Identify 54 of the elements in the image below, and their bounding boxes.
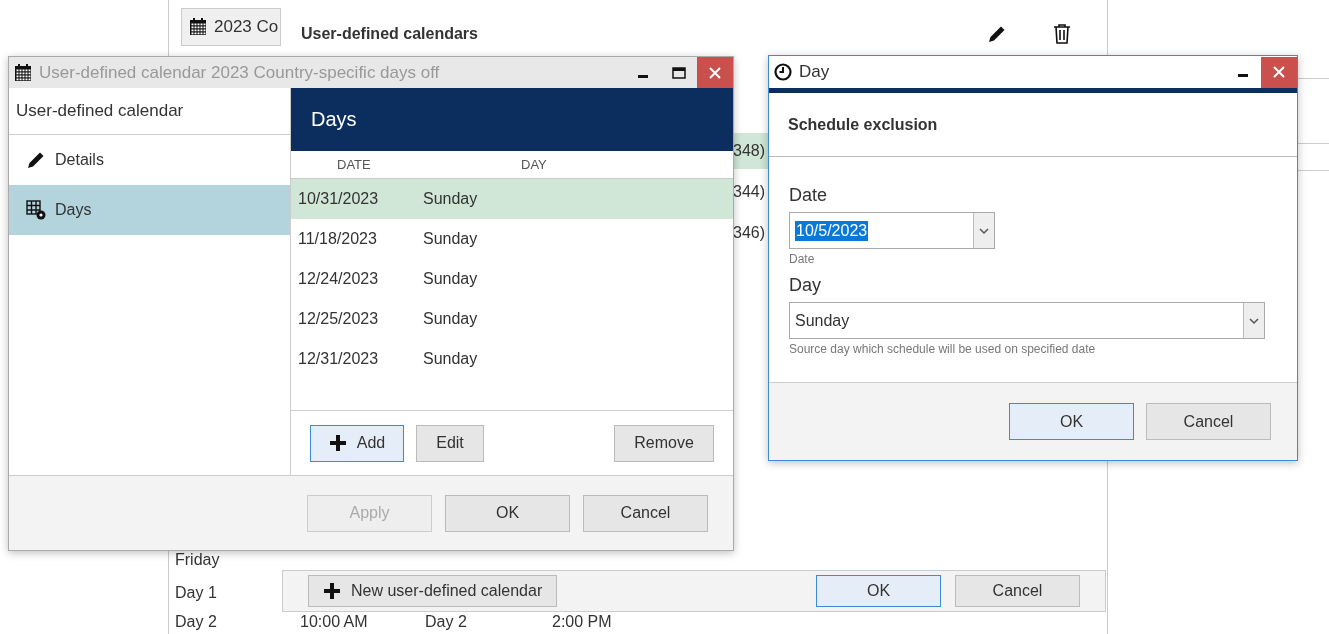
calendar-button[interactable]: 2023 Co xyxy=(181,8,281,46)
nav-header: User-defined calendar xyxy=(9,88,290,135)
table-row[interactable]: 10/31/2023 Sunday xyxy=(291,178,733,219)
close-button[interactable] xyxy=(697,57,733,88)
field-hint: Date xyxy=(789,252,816,266)
field-label: Day xyxy=(789,275,822,296)
schedule-cell: Day 1 xyxy=(175,584,217,602)
list-button[interactable]: Edit xyxy=(416,424,484,462)
plus-icon xyxy=(328,434,347,453)
grid-gear-icon xyxy=(25,199,47,221)
nav-item[interactable]: Details xyxy=(9,135,290,185)
calendar-icon xyxy=(13,62,33,83)
date-field[interactable]: 10/5/2023 xyxy=(789,212,995,249)
schedule-cell: Day 2 xyxy=(175,613,217,631)
dialog-button[interactable]: Cancel xyxy=(1146,403,1271,440)
dialog-heading: Schedule exclusion xyxy=(788,115,938,134)
chevron-down-icon xyxy=(978,226,990,235)
window-title-text: User-defined calendar 2023 Country-specific days off xyxy=(39,62,440,83)
field-label: Date xyxy=(789,185,829,206)
dialog-button[interactable]: Cancel xyxy=(955,575,1080,607)
clock-icon xyxy=(773,62,793,82)
dialog-button[interactable]: OK xyxy=(445,494,570,532)
list-cell-text: 346) xyxy=(732,223,767,243)
add-button[interactable]: Add xyxy=(310,424,404,462)
plus-icon xyxy=(323,582,341,600)
dialog-title-text: Day xyxy=(799,62,830,82)
schedule-cell: Day 2 xyxy=(425,613,467,631)
table-row[interactable]: 12/31/2023 Sunday xyxy=(291,338,733,379)
dialog-button[interactable]: OK xyxy=(1009,403,1134,440)
maximize-icon[interactable] xyxy=(672,66,686,79)
new-calendar-button[interactable]: New user-defined calendar xyxy=(308,575,558,607)
schedule-cell: 2:00 PM xyxy=(552,613,612,631)
list-button[interactable]: Remove xyxy=(614,424,714,462)
close-button[interactable] xyxy=(1261,56,1297,88)
column-header: DAY xyxy=(521,156,547,172)
close-icon xyxy=(708,65,722,80)
delete-icon[interactable] xyxy=(1052,23,1072,45)
section-heading: User-defined calendars xyxy=(301,25,478,43)
table-row[interactable]: 12/24/2023 Sunday xyxy=(291,258,733,299)
calendar-icon xyxy=(188,17,208,37)
dialog-button[interactable]: Cancel xyxy=(583,494,708,532)
column-header: DATE xyxy=(336,156,372,172)
list-cell-text: 344) xyxy=(732,182,767,202)
panel-title: Days xyxy=(291,88,733,151)
dialog-button[interactable]: OK xyxy=(816,575,941,607)
close-icon xyxy=(1272,65,1286,79)
schedule-cell: Friday xyxy=(175,551,220,569)
field-hint: Source day which schedule will be used on specified date xyxy=(789,342,1097,356)
nav-item[interactable]: Days xyxy=(9,185,290,235)
table-row[interactable]: 11/18/2023 Sunday xyxy=(291,218,733,259)
schedule-cell: 10:00 AM xyxy=(300,613,368,631)
day-dropdown[interactable]: Sunday xyxy=(789,302,1265,339)
table-row[interactable]: 12/25/2023 Sunday xyxy=(291,298,733,339)
chevron-down-icon xyxy=(1248,316,1260,325)
